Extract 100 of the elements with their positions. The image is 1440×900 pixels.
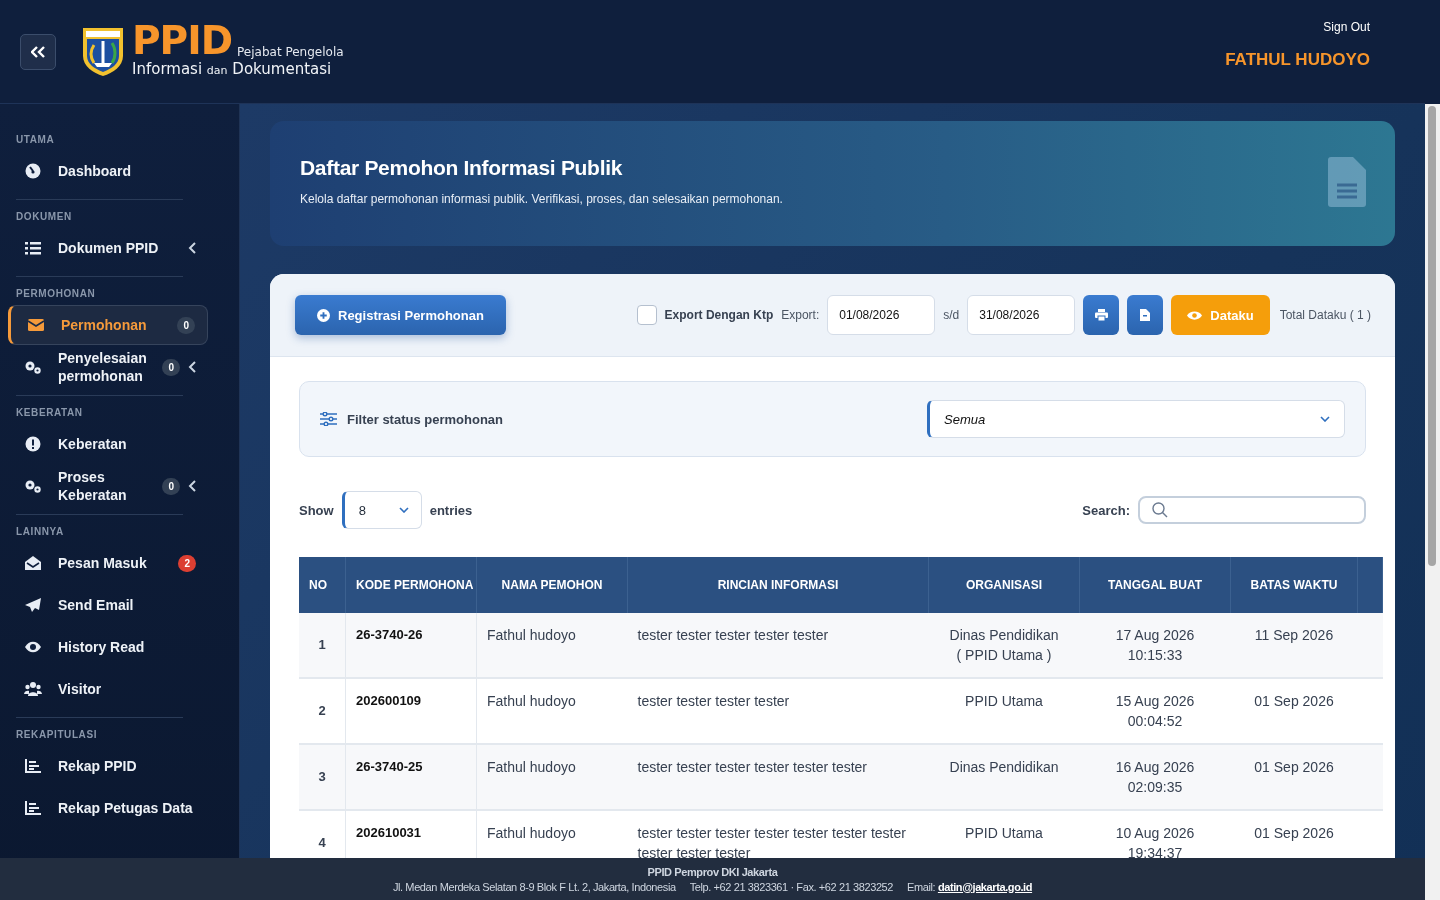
column-header: ORGANISASI (928, 557, 1080, 613)
users-icon (24, 681, 42, 697)
table-cell-text: Dinas Pendidikan (948, 626, 1060, 645)
document-icon (1328, 157, 1366, 207)
range-separator: s/d (943, 308, 960, 322)
sidebar-item[interactable]: Penyelesaian permohonan 0 (8, 347, 208, 387)
footer-title: PPID Pemprov DKI Jakarta (647, 865, 778, 878)
table-cell-text: 19:34:37 (1126, 844, 1184, 863)
column-header: RINCIAN INFORMASI (627, 557, 929, 613)
sidebar-item[interactable]: History Read (8, 627, 208, 667)
envelope-open-icon (24, 555, 42, 571)
eye-icon (24, 639, 42, 655)
email-link[interactable]: datin@jakarta.go.id (937, 880, 1033, 893)
table-cell: tester tester tester tester tester (627, 613, 929, 678)
scrollbar[interactable] (1425, 104, 1440, 900)
section-heading: LAINNYA (16, 526, 65, 537)
file-button[interactable] (1127, 295, 1164, 335)
table-cell-text: 16 Aug 2026 (1114, 758, 1196, 777)
column-header: KODE PERMOHONA (345, 557, 477, 613)
table-cell: 11 Sep 2026 (1230, 613, 1358, 678)
collapse-button[interactable] (20, 33, 56, 70)
sidebar-item[interactable]: Visitor (8, 669, 208, 709)
column-header: NAMA PEMOHON (476, 557, 628, 613)
table-cell-text: 15 Aug 2026 (1114, 692, 1196, 711)
logo-word: Dokumentasi (232, 60, 332, 78)
sliders-icon (320, 412, 337, 426)
column-header: NO (299, 557, 346, 613)
count-badge: 0 (162, 477, 180, 495)
list-icon (24, 240, 42, 256)
table-cell-text: PPID Utama (964, 824, 1044, 843)
alert-icon (24, 436, 42, 452)
entries-select[interactable]: 8 (341, 491, 422, 529)
section-heading: UTAMA (16, 134, 56, 145)
sidebar-item[interactable]: Send Email (8, 585, 208, 625)
count-badge: 0 (177, 316, 195, 334)
caret-icon (398, 507, 409, 513)
table-cell-text: Dinas Pendidikan (948, 758, 1060, 777)
section-heading: DOKUMEN (16, 211, 73, 222)
chart-icon (24, 800, 42, 816)
section-heading: PERMOHONAN (16, 288, 97, 299)
page-title: Daftar Pemohon Informasi Publik (300, 156, 624, 180)
sidebar-item[interactable]: Permohonan 0 (8, 305, 208, 345)
sidebar-item[interactable]: Pesan Masuk 2 (8, 543, 208, 583)
entries-label: entries (429, 502, 473, 518)
logo-word: Informasi (132, 60, 203, 78)
table-cell: Fathul hudoyo (476, 613, 628, 678)
print-button[interactable] (1083, 295, 1120, 335)
filter-label: Filter status permohonan (347, 411, 504, 427)
status-select[interactable]: Semua (927, 400, 1345, 438)
table-cell-text: 17 Aug 2026 (1114, 626, 1196, 645)
column-header: BATAS WAKTU (1230, 557, 1358, 613)
email-label: Email: (907, 880, 936, 893)
checkbox-label: Export Dengan Ktp (664, 308, 774, 322)
table-cell: 1 (299, 613, 346, 678)
date-field[interactable]: 01/08/2026 (827, 295, 936, 335)
sign-out-link[interactable]: Sign Out (1323, 19, 1370, 34)
double-chevron-icon (31, 45, 45, 58)
printer-icon (1094, 309, 1108, 321)
table-cell: 26-3740-25 (345, 744, 477, 810)
table-cell-text: 10 Aug 2026 (1114, 824, 1196, 843)
table-cell: 3 (299, 744, 346, 810)
plus-circle-icon (317, 308, 330, 322)
search-field[interactable] (1138, 496, 1366, 524)
logo-title: PPID (132, 25, 233, 57)
table-cell-text: 02:09:35 (1126, 778, 1184, 797)
logo-word: dan (206, 64, 228, 77)
table-cell-text: 10:15:33 (1126, 646, 1184, 665)
table-cell: tester tester tester tester tester tester (627, 744, 929, 810)
logo-tagline: Pejabat Pengelola (237, 45, 344, 59)
total-count: Total Dataku ( 1 ) (1279, 308, 1371, 322)
table-cell-text: 00:04:52 (1126, 712, 1184, 731)
search-icon (1152, 502, 1168, 518)
sidebar-item[interactable]: Dokumen PPID (8, 228, 208, 268)
count-badge: 0 (162, 358, 180, 376)
table-cell: 01 Sep 2026 (1230, 744, 1358, 810)
table-cell: 26-3740-26 (345, 613, 477, 678)
sidebar-item[interactable]: Rekap Petugas Data (8, 788, 208, 828)
gauge-icon (24, 163, 42, 179)
eye-icon (1187, 309, 1203, 321)
footer-phone: Telp. +62 21 3823361 · Fax. +62 21 3823252 (689, 880, 894, 893)
sidebar-item[interactable]: Dashboard (8, 151, 208, 191)
export-label: Export: (781, 308, 820, 322)
footer-address: Jl. Medan Merdeka Selatan 8-9 Blok F Lt. 2, Jakarta, Indonesia (392, 880, 676, 893)
show-label: Show (299, 502, 334, 518)
sidebar-item[interactable]: Keberatan (8, 424, 208, 464)
register-button[interactable]: Registrasi Permohonan (295, 295, 506, 335)
file-icon (1140, 309, 1151, 321)
table-cell: Fathul hudoyo (476, 744, 628, 810)
cogs-icon (24, 478, 42, 494)
cogs-icon (24, 359, 42, 375)
date-field[interactable]: 31/08/2026 (967, 295, 1076, 335)
section-heading: KEBERATAN (16, 407, 84, 418)
sidebar-item[interactable]: Proses Keberatan 0 (8, 466, 208, 506)
sidebar-item[interactable]: Rekap PPID (8, 746, 208, 786)
checkbox[interactable] (636, 305, 657, 325)
send-icon (24, 597, 42, 613)
envelope-icon (27, 317, 45, 333)
page-subtitle: Kelola daftar permohonan informasi publik. Verifikasi, proses, dan selesaikan permohonan. (300, 192, 784, 206)
section-heading: REKAPITULASI (16, 729, 99, 740)
column-header: TANGGAL BUAT (1079, 557, 1231, 613)
